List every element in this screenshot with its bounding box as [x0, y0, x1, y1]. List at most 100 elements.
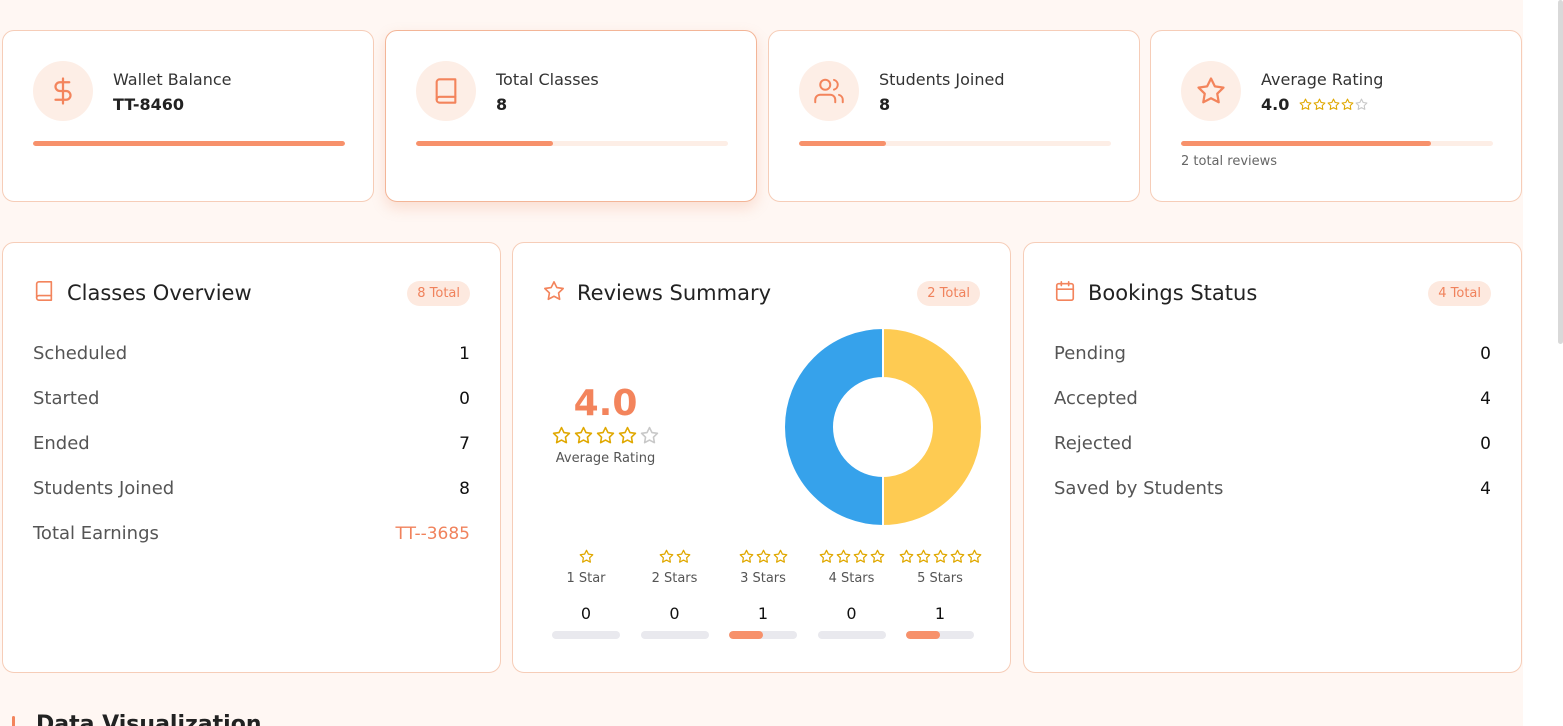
row-value: 0 [459, 388, 470, 409]
row-label: Ended [33, 433, 90, 454]
distribution-stars [899, 546, 982, 566]
stat-label: Total Classes [496, 70, 599, 89]
reviews-summary-panel: Reviews Summary 2 Total 4.0 Average Rati… [512, 242, 1011, 673]
wallet-balance-card: Wallet Balance TT-8460 [2, 30, 374, 202]
star-outline-icon [1355, 98, 1368, 110]
stat-value: 4.0 [1261, 95, 1290, 114]
distribution-label: 4 Stars [828, 571, 875, 586]
stat-row: Students Joined 8 [33, 466, 470, 511]
distribution-bar [906, 631, 974, 639]
progress-bar-fill [799, 141, 887, 146]
distribution-label: 5 Stars [917, 571, 963, 586]
distribution-count: 0 [580, 604, 592, 623]
students-joined-card: Students Joined 8 [768, 30, 1140, 202]
row-value: 0 [1480, 433, 1491, 454]
progress-bar [416, 141, 728, 146]
row-value: 0 [1480, 343, 1491, 364]
star-icon [1327, 98, 1340, 110]
distribution-column: 4 Stars 0 [817, 546, 887, 639]
row-label: Total Earnings [33, 523, 159, 544]
star-icon [596, 426, 615, 444]
row-label: Started [33, 388, 100, 409]
total-badge: 2 Total [917, 280, 980, 306]
distribution-count: 1 [757, 604, 769, 623]
total-badge: 4 Total [1428, 280, 1491, 306]
row-label: Pending [1054, 343, 1126, 364]
star-icon [676, 549, 690, 563]
row-label: Rejected [1054, 433, 1133, 454]
star-icon [739, 549, 753, 563]
users-icon [799, 61, 859, 121]
star-icon [819, 549, 833, 563]
star-icon [950, 549, 964, 563]
scrollbar-track[interactable] [1523, 0, 1563, 726]
stat-label: Wallet Balance [113, 70, 232, 89]
star-icon [543, 280, 565, 306]
star-icon [899, 549, 913, 563]
distribution-bar [640, 631, 709, 639]
stat-value: 8 [496, 95, 508, 114]
distribution-count: 0 [669, 604, 680, 623]
star-icon [659, 549, 673, 563]
total-reviews-note: 2 total reviews [1181, 154, 1278, 169]
row-value: 7 [459, 433, 470, 454]
star-icon [574, 426, 593, 444]
rating-stars [1299, 98, 1368, 111]
distribution-label: 1 Star [566, 571, 606, 586]
distribution-stars [579, 546, 594, 566]
star-icon [618, 426, 637, 444]
star-icon [933, 549, 947, 563]
star-icon [870, 549, 884, 563]
average-rating-card: Average Rating 4.0 2 total reviews [1150, 30, 1522, 202]
stat-row: Started 0 [33, 376, 470, 421]
distribution-bar [817, 631, 886, 639]
scrollbar-thumb[interactable] [1558, 0, 1563, 344]
stat-label: Students Joined [879, 70, 1005, 89]
distribution-bar [729, 631, 797, 639]
total-classes-card: Total Classes 8 [385, 30, 757, 202]
panel-title: Bookings Status [1088, 281, 1258, 305]
classes-overview-panel: Classes Overview 8 Total Scheduled 1 Star… [2, 242, 501, 673]
average-rating-value: 4.0 [573, 383, 638, 424]
ratings-donut-chart [783, 327, 983, 527]
star-icon [1313, 98, 1326, 110]
row-value: 1 [459, 343, 470, 364]
star-icon [1341, 98, 1354, 110]
stat-row: Ended 7 [33, 421, 470, 466]
bookings-status-panel: Bookings Status 4 Total Pending 0 Accepte… [1023, 242, 1522, 673]
stat-row: Pending 0 [1054, 331, 1491, 376]
book-icon [416, 61, 476, 121]
distribution-column: 3 Stars 1 [728, 546, 798, 639]
distribution-stars [659, 546, 691, 566]
calendar-icon [1054, 280, 1076, 306]
distribution-count: 0 [846, 604, 857, 623]
star-icon [579, 549, 593, 563]
distribution-bar [552, 631, 620, 639]
progress-bar [799, 141, 1111, 146]
row-value: 4 [1480, 388, 1491, 409]
panel-title: Classes Overview [67, 281, 252, 305]
row-label: Students Joined [33, 478, 175, 499]
distribution-stars [739, 546, 788, 566]
average-rating-block: 4.0 Average Rating [513, 383, 698, 466]
stat-label: Average Rating [1261, 70, 1384, 89]
row-value: TT--3685 [395, 523, 470, 544]
progress-bar [1181, 141, 1493, 146]
row-label: Scheduled [33, 343, 128, 364]
book-icon [33, 280, 55, 306]
row-label: Saved by Students [1054, 478, 1224, 499]
star-outline-icon [640, 426, 659, 444]
star-icon [853, 549, 867, 563]
stat-row: Saved by Students 4 [1054, 466, 1491, 511]
distribution-label: 2 Stars [651, 571, 698, 586]
section-marker [12, 716, 15, 726]
rating-stars [513, 426, 698, 445]
rating-distribution: 1 Star 0 2 Stars 0 3 Stars 1 4 Stars 0 5 Stars 1 [551, 546, 981, 639]
stat-value: TT-8460 [113, 95, 185, 114]
row-label: Accepted [1054, 388, 1138, 409]
star-icon [916, 549, 930, 563]
row-value: 8 [459, 478, 470, 499]
donut-slice [783, 327, 884, 527]
star-icon [552, 426, 571, 444]
progress-bar-fill [416, 141, 554, 146]
